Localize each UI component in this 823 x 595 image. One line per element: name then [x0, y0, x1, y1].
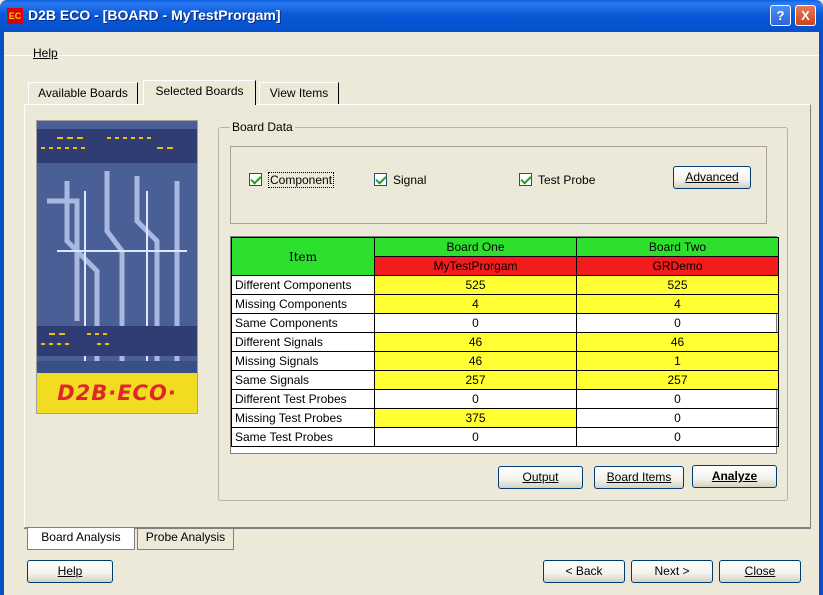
- app-icon: EC: [7, 8, 23, 24]
- board-two-value: 0: [576, 389, 779, 409]
- row-item-label: Different Test Probes: [231, 389, 375, 409]
- table-row: Missing Components 4 4: [231, 294, 779, 314]
- board-two-value: 0: [576, 408, 779, 428]
- table-row: Same Signals 257 257: [231, 370, 779, 390]
- title-bar[interactable]: EC D2B ECO - [BOARD - MyTestProrgam] ? X: [0, 0, 823, 32]
- help-title-button[interactable]: ?: [770, 5, 791, 26]
- product-logo-image: D2B·ECO·: [36, 120, 198, 414]
- board-two-value: 525: [576, 275, 779, 295]
- help-button[interactable]: Help: [27, 560, 113, 583]
- output-button[interactable]: Output: [498, 466, 583, 489]
- advanced-button[interactable]: Advanced: [673, 166, 751, 189]
- board-two-header: Board Two: [576, 237, 779, 257]
- item-column-header: Item: [231, 237, 375, 276]
- results-grid: Item Board One Board Two MyTestProrgam G…: [231, 237, 779, 447]
- window-frame-right: [819, 32, 823, 595]
- close-window-button[interactable]: X: [795, 5, 816, 26]
- menu-help[interactable]: Help: [33, 46, 58, 60]
- checkbox-checked-icon: [374, 173, 387, 187]
- tab-view-items[interactable]: View Items: [259, 82, 339, 104]
- row-item-label: Same Signals: [231, 370, 375, 390]
- board-two-value: 1: [576, 351, 779, 371]
- board-one-header: Board One: [374, 237, 577, 257]
- analyze-button[interactable]: Analyze: [692, 465, 777, 488]
- board-one-value: 375: [374, 408, 577, 428]
- row-item-label: Different Components: [231, 275, 375, 295]
- board-two-value: 4: [576, 294, 779, 314]
- board-one-value: 4: [374, 294, 577, 314]
- tab-probe-analysis[interactable]: Probe Analysis: [137, 528, 234, 550]
- checkbox-checked-icon: [519, 173, 532, 187]
- board-one-value: 257: [374, 370, 577, 390]
- menu-bar: [4, 34, 819, 56]
- row-item-label: Missing Signals: [231, 351, 375, 371]
- signal-checkbox[interactable]: Signal: [374, 172, 426, 187]
- board-one-value: 46: [374, 332, 577, 352]
- board-one-value: 46: [374, 351, 577, 371]
- row-item-label: Missing Test Probes: [231, 408, 375, 428]
- table-row: Different Test Probes 0 0: [231, 389, 779, 409]
- tab-board-analysis[interactable]: Board Analysis: [27, 528, 135, 550]
- window-title: D2B ECO - [BOARD - MyTestProrgam]: [28, 7, 281, 23]
- table-row: Missing Test Probes 375 0: [231, 408, 779, 428]
- row-item-label: Same Components: [231, 313, 375, 333]
- checkbox-checked-icon: [249, 173, 262, 187]
- board-one-value: 0: [374, 427, 577, 447]
- table-row: Same Components 0 0: [231, 313, 779, 333]
- board-one-value: 525: [374, 275, 577, 295]
- table-row: Missing Signals 46 1: [231, 351, 779, 371]
- row-item-label: Different Signals: [231, 332, 375, 352]
- circuit-board-graphic: [37, 121, 197, 361]
- table-row: Same Test Probes 0 0: [231, 427, 779, 447]
- board-one-value: 0: [374, 389, 577, 409]
- row-item-label: Missing Components: [231, 294, 375, 314]
- tab-selected-boards[interactable]: Selected Boards: [143, 80, 256, 105]
- board-one-value: 0: [374, 313, 577, 333]
- logo-text: D2B·ECO·: [37, 373, 197, 413]
- table-row: Different Signals 46 46: [231, 332, 779, 352]
- window-frame-left: [0, 32, 4, 595]
- board-two-value: 257: [576, 370, 779, 390]
- board-data-label: Board Data: [230, 120, 295, 134]
- close-button[interactable]: Close: [719, 560, 801, 583]
- row-item-label: Same Test Probes: [231, 427, 375, 447]
- back-button[interactable]: < Back: [543, 560, 625, 583]
- tab-available-boards[interactable]: Available Boards: [28, 82, 138, 104]
- board-one-name: MyTestProrgam: [374, 256, 577, 276]
- board-two-name: GRDemo: [576, 256, 779, 276]
- test-probe-checkbox[interactable]: Test Probe: [519, 172, 595, 187]
- board-two-value: 0: [576, 427, 779, 447]
- component-checkbox[interactable]: Component: [249, 171, 335, 188]
- board-items-button[interactable]: Board Items: [594, 466, 684, 489]
- table-row: Different Components 525 525: [231, 275, 779, 295]
- next-button[interactable]: Next >: [631, 560, 713, 583]
- board-two-value: 0: [576, 313, 779, 333]
- board-two-value: 46: [576, 332, 779, 352]
